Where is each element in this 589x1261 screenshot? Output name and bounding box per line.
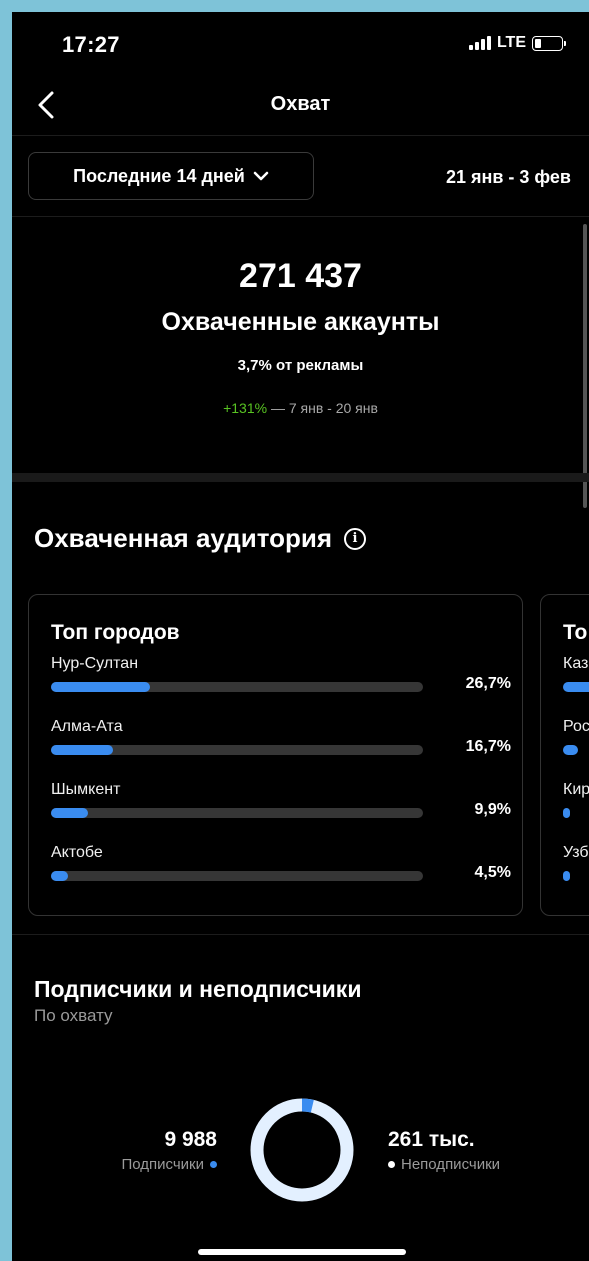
city-row: Алма-Ата 16,7% (51, 718, 511, 755)
reach-change: +131% — 7 янв - 20 янв (12, 400, 589, 416)
audience-section-title: Охваченная аудитория i (34, 523, 367, 554)
city-name: Нур-Султан (51, 655, 139, 672)
network-type: LTE (496, 34, 526, 51)
city-bar-track (51, 808, 423, 818)
reach-label: Охваченные аккаунты (161, 308, 440, 336)
chevron-down-icon (253, 171, 269, 181)
country-name: Рос (563, 718, 589, 735)
top-countries-title: То (563, 621, 588, 644)
city-percent: 26,7% (465, 675, 511, 692)
country-bar (563, 871, 571, 881)
city-bar-track (51, 682, 423, 692)
non-followers-stat: 261 тыс. Неподписчики (388, 1128, 500, 1173)
city-percent: 9,9% (474, 801, 511, 818)
change-period: — 7 янв - 20 янв (267, 400, 378, 416)
page-title: Охват (270, 93, 331, 115)
followers-section-subtitle: По охвату (34, 1006, 113, 1025)
battery-icon (532, 35, 566, 51)
country-name: Каз (563, 655, 589, 672)
city-bar (51, 808, 88, 818)
city-bar (51, 745, 114, 755)
non-followers-ring (250, 1098, 354, 1202)
change-percent: +131% (223, 400, 268, 416)
period-dropdown[interactable]: Последние 14 дней (28, 152, 314, 200)
period-label: Последние 14 дней (73, 165, 245, 186)
city-row: Нур-Султан 26,7% (51, 655, 511, 692)
followers-donut-chart (250, 1098, 354, 1202)
city-bar-track (51, 871, 423, 881)
top-cities-title: Топ городов (51, 621, 180, 644)
nav-bar: Охват (12, 78, 589, 136)
non-followers-legend-dot (388, 1161, 395, 1168)
city-bar (51, 871, 68, 881)
divider (12, 934, 589, 935)
ads-share: 3,7% от рекламы (237, 357, 364, 374)
divider (12, 216, 589, 217)
followers-stat: 9 988 Подписчики (121, 1128, 217, 1173)
city-name: Шымкент (51, 781, 121, 798)
top-cities-card[interactable]: Топ городов Нур-Султан 26,7% Алма-Ата 16… (28, 594, 523, 916)
country-name: Кир (563, 781, 589, 798)
status-bar: 17:27 LTE (12, 12, 589, 78)
city-percent: 4,5% (474, 864, 511, 881)
country-bar (563, 745, 578, 755)
country-bar (563, 808, 571, 818)
country-name: Узб (563, 844, 589, 861)
status-icons: LTE (468, 34, 566, 52)
followers-value: 9 988 (164, 1128, 217, 1151)
top-countries-card[interactable]: То Каз Рос Кир Узб (540, 594, 589, 916)
city-row: Шымкент 9,9% (51, 781, 511, 818)
country-bar (563, 682, 589, 692)
signal-icon (468, 36, 491, 50)
followers-label: Подписчики (121, 1156, 204, 1173)
scrollbar[interactable] (583, 224, 587, 508)
non-followers-value: 261 тыс. (388, 1128, 475, 1151)
screen: 17:27 LTE Охват Последние 14 дней 21 янв… (12, 12, 589, 1261)
audience-title: Охваченная аудитория (34, 523, 333, 553)
status-time: 17:27 (62, 32, 120, 57)
reach-count: 271 437 (239, 257, 362, 295)
city-bar-track (51, 745, 423, 755)
section-divider (12, 473, 589, 482)
followers-section-title: Подписчики и неподписчики (34, 976, 362, 1002)
city-bar (51, 682, 151, 692)
info-icon[interactable]: i (344, 527, 367, 550)
home-indicator[interactable] (198, 1249, 406, 1255)
city-name: Алма-Ата (51, 718, 123, 735)
city-name: Актобе (51, 844, 103, 861)
city-percent: 16,7% (465, 738, 511, 755)
non-followers-label: Неподписчики (401, 1156, 501, 1173)
date-range: 21 янв - 3 фев (445, 167, 571, 187)
city-row: Актобе 4,5% (51, 844, 511, 881)
followers-legend-dot (210, 1161, 217, 1168)
